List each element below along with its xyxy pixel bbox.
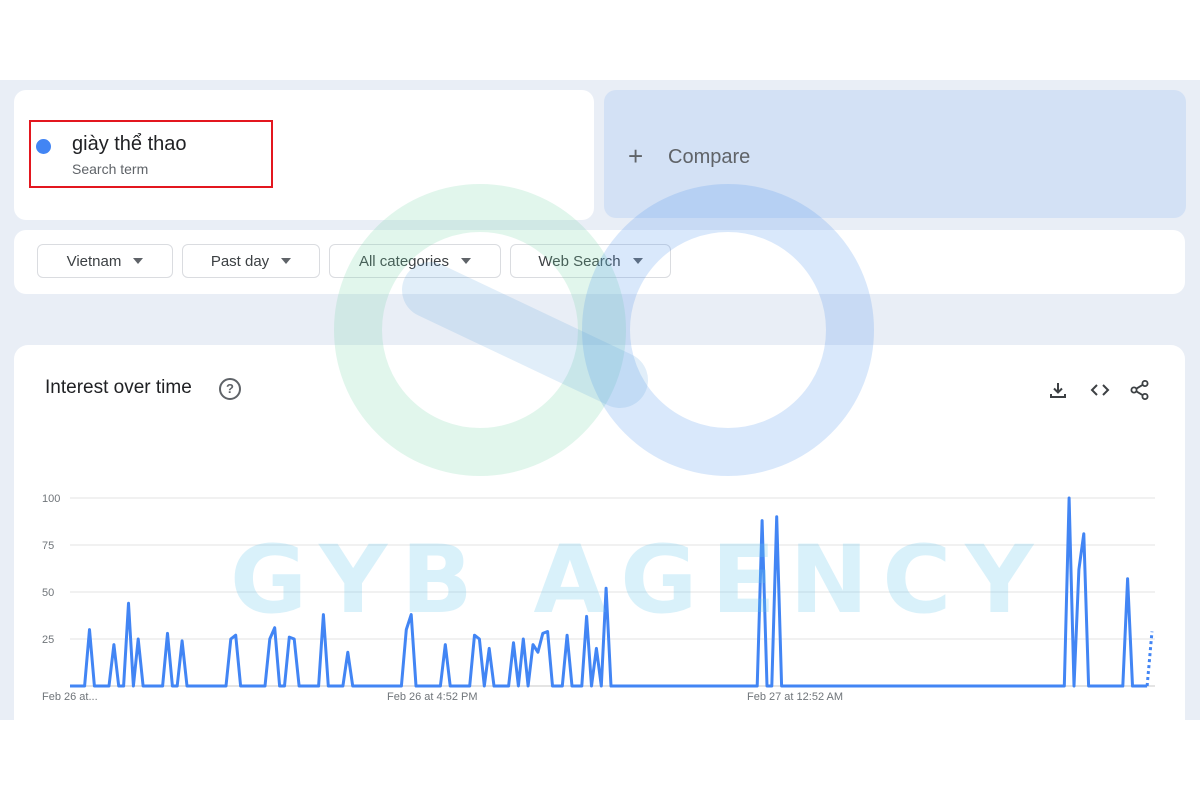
y-tick-label: 100 [42, 493, 60, 505]
x-tick-label: Feb 26 at 4:52 PM [387, 691, 478, 703]
x-tick-label: Feb 26 at... [42, 691, 98, 703]
x-tick-label: Feb 27 at 12:52 AM [747, 691, 843, 703]
interest-line-chart: 100 75 50 25 Feb 26 at... Feb 26 at 4:52 PM Fe… [42, 493, 1155, 703]
y-tick-label: 75 [42, 540, 54, 552]
y-tick-label: 25 [42, 634, 54, 646]
watermark-text: GYB AGENCY [230, 526, 1048, 635]
series-partial-segment [1145, 631, 1154, 687]
y-tick-label: 50 [42, 587, 54, 599]
